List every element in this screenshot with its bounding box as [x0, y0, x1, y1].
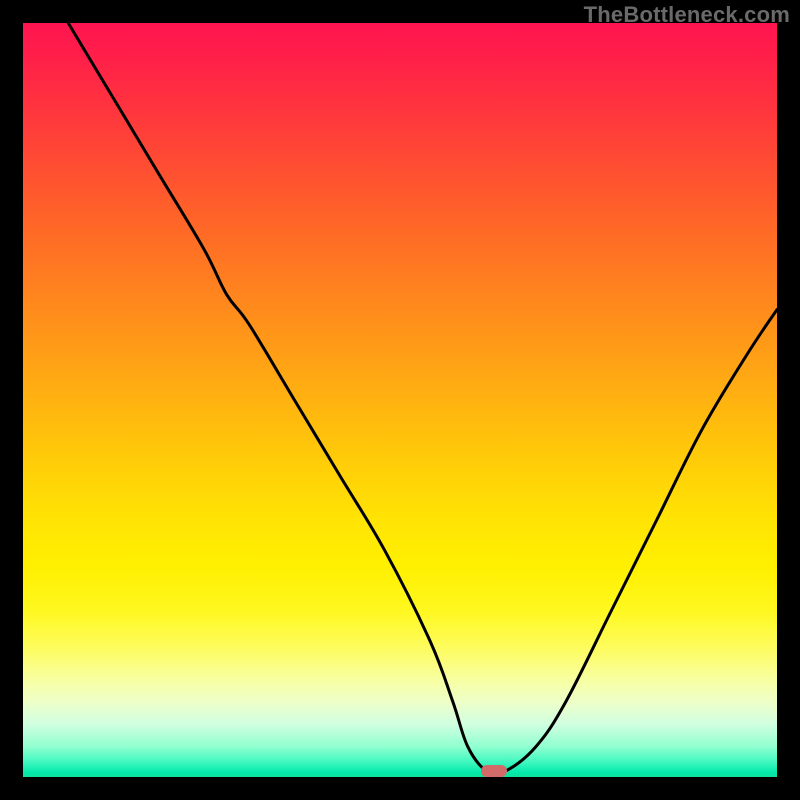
plot-area: [23, 23, 777, 777]
chart-frame: TheBottleneck.com: [0, 0, 800, 800]
curve-svg: [23, 23, 777, 777]
watermark-text: TheBottleneck.com: [584, 2, 790, 28]
bottleneck-curve: [68, 23, 777, 774]
optimal-marker: [481, 765, 507, 777]
